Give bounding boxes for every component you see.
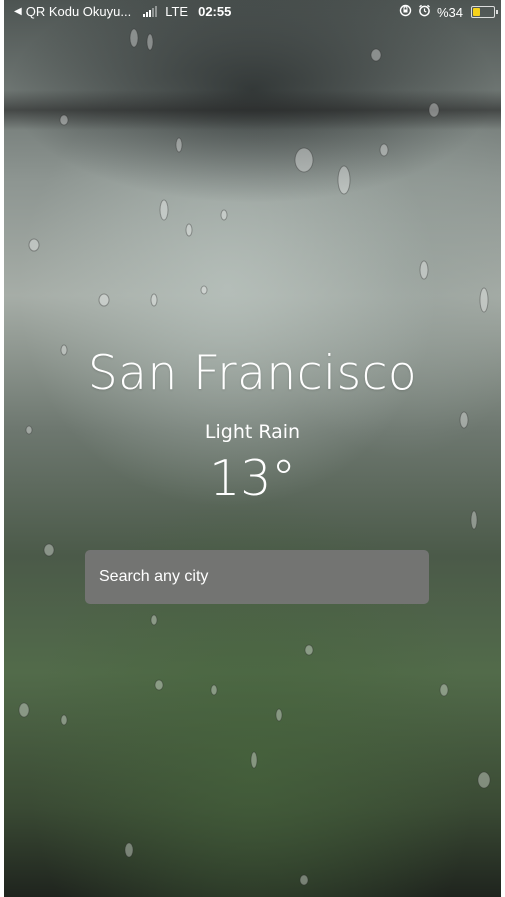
weather-condition: Light Rain: [204, 421, 301, 443]
status-time: 02:55: [198, 4, 232, 19]
signal-icon: [143, 5, 158, 17]
city-name: San Francisco: [87, 346, 418, 401]
back-arrow-icon[interactable]: ◀: [14, 6, 22, 17]
status-bar: ◀ QR Kodu Okuyu... LTE 02:55 %34: [0, 0, 505, 24]
rain-background-image: [4, 0, 501, 897]
battery-icon: [471, 6, 498, 18]
status-bar-right: %34: [399, 4, 498, 20]
city-search-box[interactable]: [85, 550, 429, 604]
battery-level-fill: [473, 8, 480, 16]
alarm-icon: [418, 4, 431, 20]
rotation-lock-icon: [399, 4, 412, 20]
temperature-reading: 13°: [209, 450, 296, 507]
weather-app-screen: ◀ QR Kodu Okuyu... LTE 02:55 %34 San Fra…: [0, 0, 505, 897]
status-bar-left: ◀ QR Kodu Okuyu... LTE 02:55: [14, 4, 231, 19]
network-type-label: LTE: [165, 4, 189, 19]
back-app-label[interactable]: QR Kodu Okuyu...: [26, 4, 132, 19]
battery-percent: %34: [436, 4, 463, 20]
city-search-input[interactable]: [85, 550, 429, 604]
raindrops-overlay: [18, 28, 491, 886]
